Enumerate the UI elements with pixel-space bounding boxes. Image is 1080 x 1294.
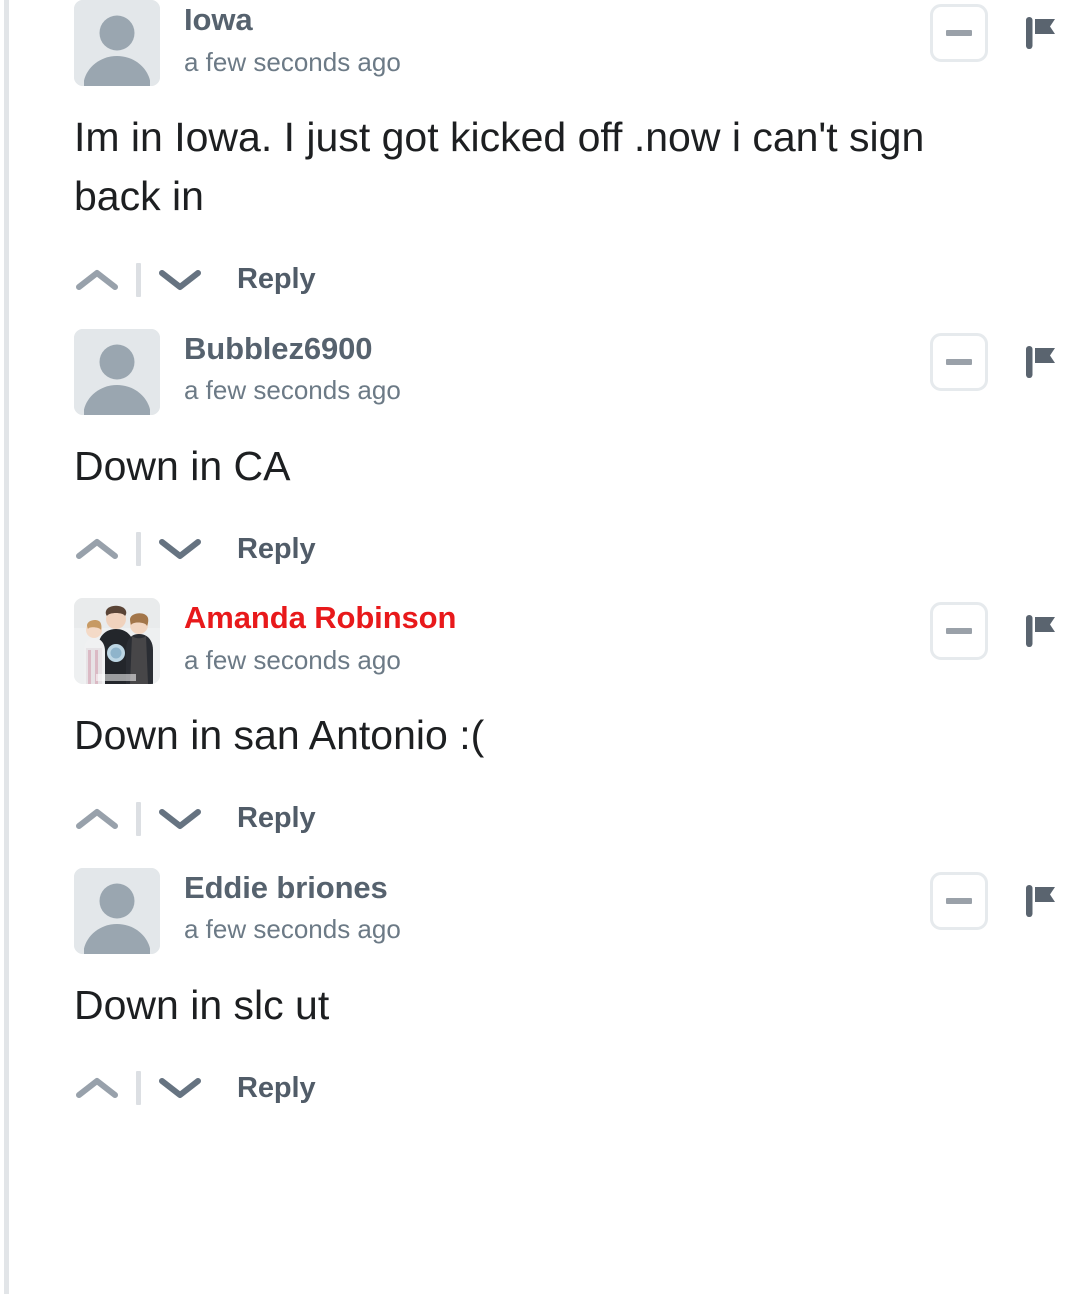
- comment-meta: Bubblez6900 a few seconds ago: [184, 329, 1058, 408]
- reply-link[interactable]: Reply: [237, 1072, 316, 1105]
- comment-meta: Eddie briones a few seconds ago: [184, 868, 1058, 947]
- comment-header: Eddie briones a few seconds ago: [74, 867, 1058, 960]
- comment-meta: Iowa a few seconds ago: [184, 0, 1058, 79]
- reply-link[interactable]: Reply: [237, 263, 316, 296]
- avatar[interactable]: [74, 0, 160, 86]
- comment-author[interactable]: Iowa: [184, 2, 1058, 39]
- comment-meta: Amanda Robinson a few seconds ago: [184, 598, 1058, 677]
- comment-list: Iowa a few seconds ago Im in Iowa. I just …: [0, 0, 1080, 1119]
- downvote-button[interactable]: [157, 1065, 203, 1111]
- vote-divider: [136, 532, 141, 567]
- comment-body: Im in Iowa. I just got kicked off .now i…: [74, 114, 925, 220]
- comment-timestamp: a few seconds ago: [184, 644, 401, 675]
- chevron-up-icon: [76, 806, 118, 832]
- minus-icon: [946, 628, 972, 635]
- chevron-up-icon: [76, 1075, 118, 1101]
- comment-timestamp: a few seconds ago: [184, 375, 401, 406]
- comment-actions: [930, 602, 1058, 661]
- avatar[interactable]: [74, 598, 160, 685]
- comment-actions: [930, 332, 1058, 391]
- collapse-button[interactable]: [930, 871, 988, 930]
- upvote-button[interactable]: [74, 796, 120, 842]
- upvote-button[interactable]: [74, 526, 120, 572]
- comment-header: Bubblez6900 a few seconds ago: [74, 328, 1058, 421]
- comment-author[interactable]: Bubblez6900: [184, 331, 1058, 368]
- vote-divider: [136, 262, 141, 297]
- downvote-button[interactable]: [157, 526, 203, 572]
- collapse-button[interactable]: [930, 602, 988, 661]
- minus-icon: [946, 30, 972, 36]
- comment-item: Iowa a few seconds ago Im in Iowa. I just …: [0, 0, 1080, 311]
- chevron-up-icon: [76, 267, 118, 293]
- downvote-button[interactable]: [157, 796, 203, 842]
- comment-footer: Reply: [74, 249, 1058, 311]
- comment-actions: [930, 871, 1058, 930]
- avatar[interactable]: [74, 867, 160, 954]
- flag-icon[interactable]: [1024, 611, 1058, 651]
- reply-link[interactable]: Reply: [237, 533, 316, 566]
- comment-author[interactable]: Eddie briones: [184, 870, 1058, 907]
- comment-actions: [930, 4, 1058, 62]
- comment-item: Bubblez6900 a few seconds ago Down in CA Re…: [0, 328, 1080, 580]
- chevron-down-icon: [159, 1075, 201, 1101]
- downvote-button[interactable]: [157, 257, 203, 303]
- collapse-button[interactable]: [930, 332, 988, 391]
- chevron-down-icon: [159, 536, 201, 562]
- chevron-down-icon: [159, 267, 201, 293]
- avatar[interactable]: [74, 328, 160, 415]
- chevron-up-icon: [76, 536, 118, 562]
- comment-header: Amanda Robinson a few seconds ago: [74, 598, 1058, 690]
- comment-footer: Reply: [74, 788, 1058, 850]
- minus-icon: [946, 358, 972, 365]
- chevron-down-icon: [159, 806, 201, 832]
- comment-body: Down in san Antonio :(: [74, 712, 485, 759]
- comment-body: Down in CA: [74, 442, 291, 489]
- flag-icon[interactable]: [1024, 881, 1058, 921]
- comment-body: Down in slc ut: [74, 981, 330, 1028]
- upvote-button[interactable]: [74, 1065, 120, 1111]
- flag-icon[interactable]: [1024, 342, 1058, 382]
- collapse-button[interactable]: [930, 4, 988, 62]
- comment-item: Eddie briones a few seconds ago Down in sl…: [0, 867, 1080, 1119]
- comment-author[interactable]: Amanda Robinson: [184, 600, 1058, 637]
- comment-footer: Reply: [74, 1057, 1058, 1119]
- comment-timestamp: a few seconds ago: [184, 914, 401, 945]
- comment-header: Iowa a few seconds ago: [74, 0, 1058, 92]
- comment-footer: Reply: [74, 518, 1058, 580]
- reply-link[interactable]: Reply: [237, 802, 316, 835]
- comment-timestamp: a few seconds ago: [184, 46, 401, 77]
- flag-icon[interactable]: [1024, 13, 1058, 53]
- upvote-button[interactable]: [74, 257, 120, 303]
- comment-item: Amanda Robinson a few seconds ago Down in …: [0, 598, 1080, 849]
- vote-divider: [136, 1071, 141, 1106]
- vote-divider: [136, 801, 141, 836]
- minus-icon: [946, 897, 972, 904]
